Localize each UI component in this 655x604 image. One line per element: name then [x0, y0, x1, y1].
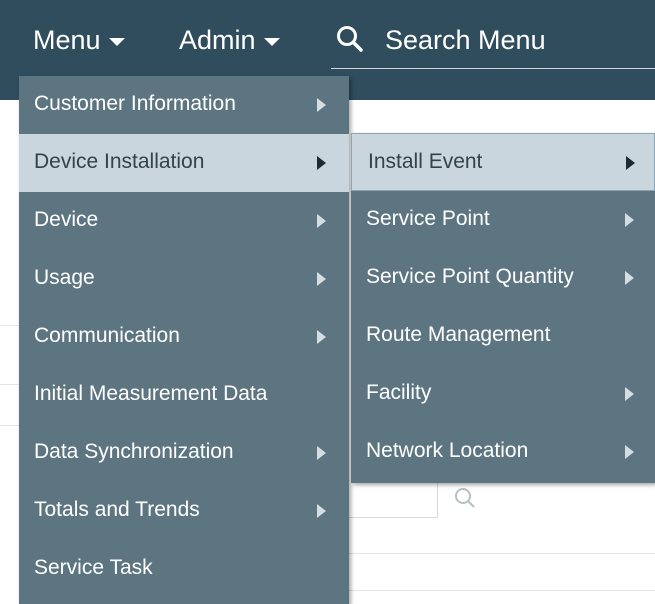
submenu-item-label: Service Point	[366, 207, 490, 230]
chevron-right-icon	[625, 387, 634, 401]
chevron-right-icon	[317, 446, 326, 460]
menu-item-label: Totals and Trends	[34, 498, 200, 521]
menu-item-label: Usage	[34, 266, 95, 289]
menu-item-device[interactable]: Device	[19, 192, 349, 250]
submenu-item-label: Route Management	[366, 323, 551, 346]
search-menu	[331, 14, 655, 69]
submenu-item-network-location[interactable]: Network Location	[351, 423, 655, 481]
menu-item-label: Communication	[34, 324, 180, 347]
divider	[0, 425, 19, 426]
menu-item-usage[interactable]: Usage	[19, 250, 349, 308]
menu-item-label: Device Installation	[34, 150, 205, 173]
submenu-item-install-event[interactable]: Install Event	[351, 133, 655, 191]
menu-item-label: Customer Information	[34, 92, 236, 115]
chevron-right-icon	[625, 213, 634, 227]
admin-dropdown-button[interactable]: Admin	[179, 22, 280, 58]
menu-item-service-task[interactable]: Service Task	[19, 540, 349, 598]
submenu-item-label: Install Event	[368, 150, 483, 173]
menu-item-label: Device	[34, 208, 99, 231]
submenu-item-label: Network Location	[366, 439, 529, 462]
menu-item-device-installation[interactable]: Device Installation	[19, 134, 349, 192]
submenu-item-label: Facility	[366, 381, 432, 404]
chevron-right-icon	[317, 504, 326, 518]
chevron-right-icon	[317, 272, 326, 286]
submenu-item-service-point[interactable]: Service Point	[351, 191, 655, 249]
menu-item-initial-measurement-data[interactable]: Initial Measurement Data	[19, 366, 349, 424]
menu-item-label: Service Task	[34, 556, 153, 579]
chevron-right-icon	[626, 156, 635, 170]
chevron-right-icon	[317, 330, 326, 344]
background-search-icon[interactable]	[452, 486, 478, 512]
menu-item-customer-information[interactable]: Customer Information	[19, 76, 349, 134]
divider	[0, 384, 19, 385]
submenu-item-facility[interactable]: Facility	[351, 365, 655, 423]
search-icon[interactable]	[335, 24, 365, 54]
search-menu-input[interactable]	[385, 22, 645, 58]
caret-down-icon	[108, 37, 125, 46]
menu-item-label: Data Synchronization	[34, 440, 234, 463]
menu-label: Menu	[33, 25, 101, 55]
menu-dropdown-button[interactable]: Menu	[33, 22, 125, 58]
chevron-right-icon	[317, 214, 326, 228]
chevron-right-icon	[317, 98, 326, 112]
submenu-item-label: Service Point Quantity	[366, 265, 574, 288]
main-menu-dropdown: Customer Information Device Installation…	[19, 76, 349, 604]
menu-item-data-synchronization[interactable]: Data Synchronization	[19, 424, 349, 482]
divider	[349, 590, 655, 591]
divider	[349, 553, 655, 554]
chevron-right-icon	[625, 271, 634, 285]
submenu-item-route-management[interactable]: Route Management	[351, 307, 655, 365]
submenu-item-service-point-quantity[interactable]: Service Point Quantity	[351, 249, 655, 307]
menu-item-totals-and-trends[interactable]: Totals and Trends	[19, 482, 349, 540]
admin-label: Admin	[179, 25, 256, 55]
divider	[0, 325, 19, 326]
menu-item-communication[interactable]: Communication	[19, 308, 349, 366]
chevron-right-icon	[625, 445, 634, 459]
caret-down-icon	[263, 37, 280, 46]
background-search-field[interactable]	[349, 483, 438, 518]
menu-item-label: Initial Measurement Data	[34, 382, 268, 405]
chevron-right-icon	[317, 156, 326, 170]
device-installation-submenu: Install Event Service Point Service Poin…	[351, 133, 655, 483]
